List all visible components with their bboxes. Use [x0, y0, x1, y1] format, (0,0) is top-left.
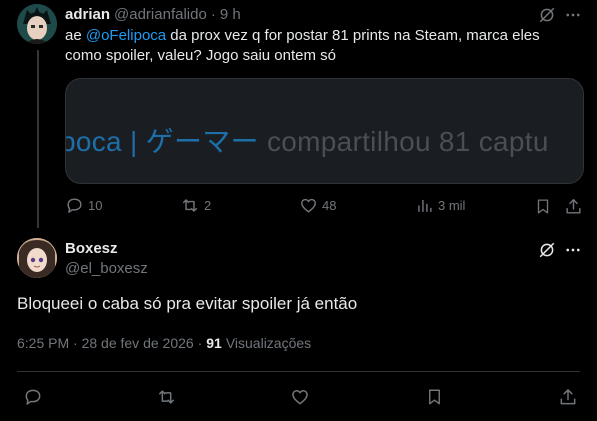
views-icon: [415, 196, 434, 215]
share-button[interactable]: [563, 196, 583, 216]
repost-icon: [156, 387, 177, 407]
tweet2-views-label: Visualizações: [225, 335, 312, 351]
thread-connector-line: [37, 50, 39, 228]
more-icon[interactable]: [562, 5, 584, 25]
tweet2-views-count: 91: [206, 335, 222, 351]
divider: [17, 371, 580, 372]
tweet2-author-name[interactable]: Boxesz: [65, 240, 118, 257]
bookmark-button[interactable]: [423, 386, 445, 408]
reply-count: 10: [88, 198, 103, 213]
tweet1-author-name[interactable]: adrian: [65, 6, 110, 23]
tweet1-media-card[interactable]: poca | ゲーマー compartilhou 81 captu: [65, 78, 584, 184]
avatar-boxesz[interactable]: [17, 238, 57, 278]
like-icon: [299, 196, 318, 215]
like-icon: [290, 387, 310, 407]
bookmark-button[interactable]: [533, 196, 553, 216]
tweet1-mention-link[interactable]: @oFelipoca: [86, 27, 166, 44]
repost-count: 2: [204, 198, 212, 213]
tweet2-text: Bloqueei o caba só pra evitar spoiler já…: [17, 294, 358, 313]
avatar-adrian[interactable]: [17, 4, 57, 44]
card-brand-text: poca | ゲーマー: [65, 126, 259, 157]
reply-icon: [23, 387, 43, 407]
more-icon[interactable]: [562, 240, 584, 260]
views-button[interactable]: 3 mil: [415, 196, 465, 215]
tweet2-author-handle[interactable]: @el_boxesz: [65, 260, 148, 277]
like-button[interactable]: [289, 386, 311, 408]
repost-button[interactable]: [155, 386, 177, 408]
tweet2-timestamp[interactable]: 6:25 PM · 28 de fev de 2026 ·: [17, 335, 202, 351]
tweet1-time[interactable]: 9 h: [220, 6, 241, 23]
share-icon: [564, 197, 583, 216]
tweet1-text: ae @oFelipoca da prox vez q for postar 8…: [65, 26, 570, 66]
tweet1-separator: ·: [210, 5, 216, 23]
grok-icon[interactable]: [536, 5, 558, 25]
views-count: 3 mil: [438, 198, 466, 213]
reply-button[interactable]: [22, 386, 44, 408]
tweet2-meta: 6:25 PM · 28 de fev de 2026 · 91 Visuali…: [17, 335, 311, 351]
share-button[interactable]: [557, 386, 579, 408]
bookmark-icon: [425, 387, 444, 407]
like-count: 48: [322, 198, 337, 213]
tweet1-header: adrian @adrianfalido · 9 h: [65, 5, 241, 23]
reply-icon: [65, 196, 84, 215]
card-image-text: poca | ゲーマー compartilhou 81 captu: [65, 120, 549, 160]
share-icon: [558, 387, 578, 407]
repost-button[interactable]: 2: [180, 196, 211, 215]
like-button[interactable]: 48: [299, 196, 336, 215]
tweet1-text-prefix: ae: [65, 27, 86, 44]
card-rest-text: compartilhou 81 captu: [258, 126, 549, 157]
reply-button[interactable]: 10: [65, 196, 102, 215]
bookmark-icon: [534, 197, 552, 216]
repost-icon: [180, 196, 200, 215]
grok-icon[interactable]: [536, 240, 558, 260]
tweet1-author-handle[interactable]: @adrianfalido: [114, 6, 207, 23]
